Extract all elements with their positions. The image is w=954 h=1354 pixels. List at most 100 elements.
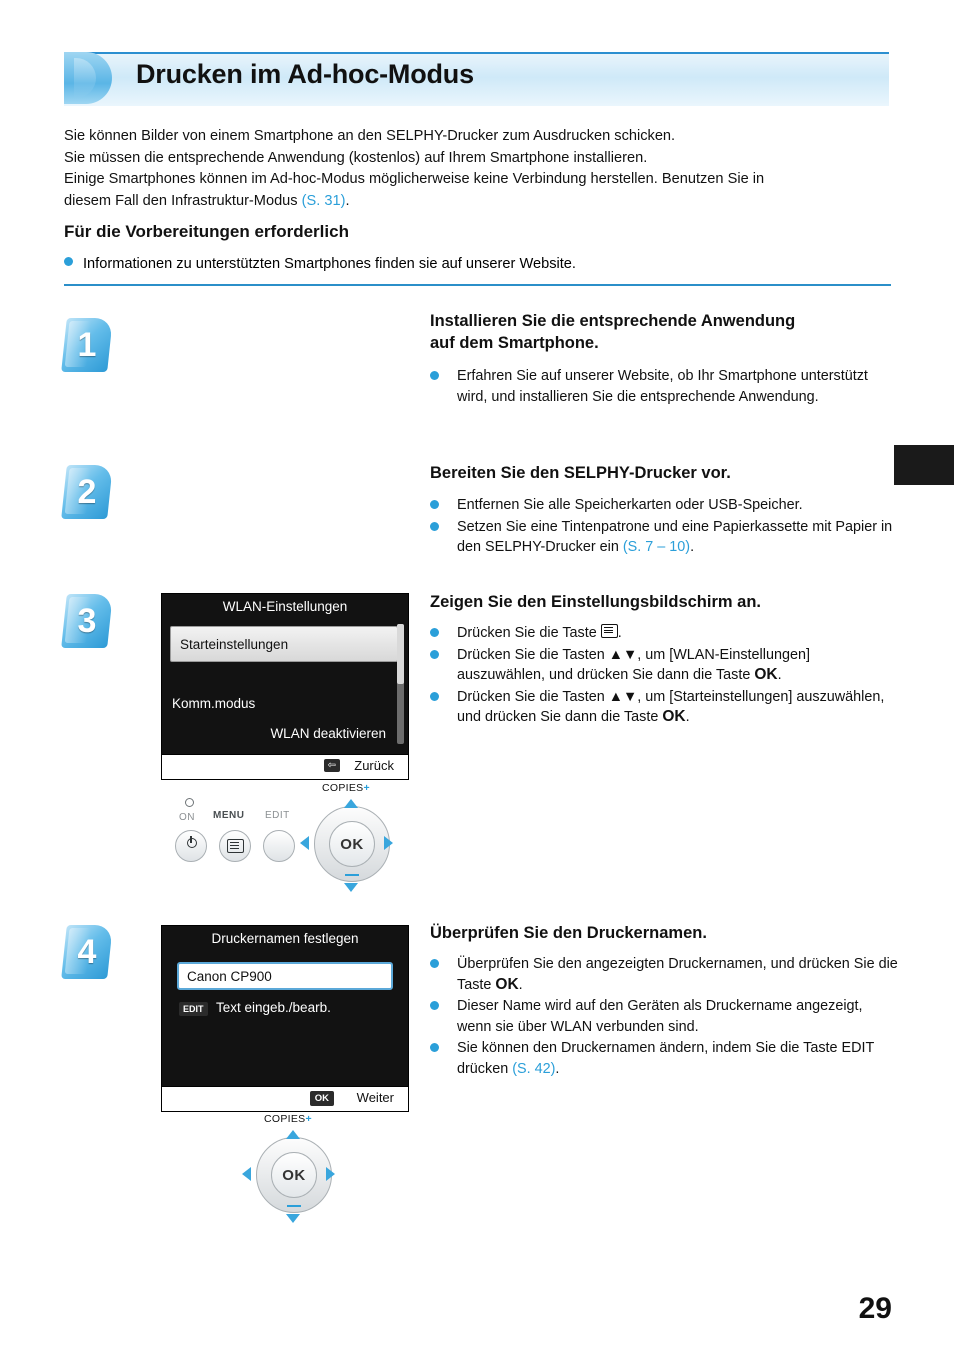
bullet-dot-icon bbox=[430, 500, 439, 509]
step-1-title-line-1: Installieren Sie die entsprechende Anwen… bbox=[430, 312, 796, 330]
dpad-up-icon[interactable] bbox=[344, 799, 358, 808]
step-4-item-2: Dieser Name wird auf den Geräten als Dru… bbox=[430, 996, 900, 1037]
dpad-right-icon[interactable] bbox=[384, 836, 393, 850]
step-3-item-3: Drücken Sie die Tasten ▲▼, um [Starteins… bbox=[430, 687, 900, 728]
menu-button[interactable] bbox=[219, 830, 251, 862]
step-number-1: 1 bbox=[61, 318, 120, 374]
intro-line-1: Sie können Bilder von einem Smartphone a… bbox=[64, 128, 676, 144]
step-number-4-digit: 4 bbox=[77, 932, 97, 971]
step-1-title: Installieren Sie die entsprechende Anwen… bbox=[430, 310, 892, 354]
lcd-title-wlan: WLAN-Einstellungen bbox=[222, 599, 348, 614]
edge-tab-marker bbox=[894, 445, 954, 485]
intro-line-4-post: . bbox=[345, 192, 350, 209]
ok-label-step3-b: OK bbox=[662, 708, 686, 725]
menu-icon bbox=[600, 624, 618, 638]
step-1-title-line-2: auf dem Smartphone. bbox=[430, 334, 599, 352]
bullet-dot-icon bbox=[64, 257, 73, 266]
page-number: 29 bbox=[858, 1292, 892, 1325]
intro-line-4: diesem Fall den Infrastruktur-Modus (S. … bbox=[64, 191, 894, 213]
lcd-title-printer-name: Druckernamen festlegen bbox=[211, 931, 359, 946]
button-cluster-1: ON MENU EDIT COPIES+ OK bbox=[161, 782, 407, 896]
dpad-up-icon[interactable] bbox=[286, 1130, 300, 1139]
lcd-value-komm-modus: WLAN deaktivieren bbox=[270, 726, 386, 741]
step-1-item-1-text: Erfahren Sie auf unserer Website, ob Ihr… bbox=[457, 368, 868, 405]
step-number-4: 4 bbox=[61, 925, 120, 981]
page-reference-link-42[interactable]: (S. 42) bbox=[512, 1061, 555, 1077]
step-3-item-1-period: . bbox=[617, 625, 622, 641]
bullet-dot-icon bbox=[430, 959, 439, 968]
ok-button-1[interactable]: OK bbox=[329, 821, 375, 867]
copies-label-1: COPIES+ bbox=[322, 782, 370, 794]
lcd-menu-item-starteinstellungen[interactable]: Starteinstellungen bbox=[170, 626, 398, 662]
lcd-screen-wlan-settings: WLAN-Einstellungen Starteinstellungen Ko… bbox=[161, 593, 409, 780]
step-number-2-digit: 2 bbox=[77, 472, 97, 511]
step-3-item-1: Drücken Sie die Taste . bbox=[430, 623, 900, 644]
step-3-item-3-period: . bbox=[685, 709, 690, 725]
step-number-2: 2 bbox=[61, 465, 120, 521]
bullet-dot-icon bbox=[430, 628, 439, 637]
dpad-down-icon[interactable] bbox=[344, 883, 358, 892]
lcd-footer-label-zurueck: Zurück bbox=[354, 758, 394, 773]
step-3-item-1-text: Drücken Sie die Taste bbox=[457, 625, 597, 641]
bullet-dot-icon bbox=[430, 1043, 439, 1052]
step-3-title-line-1: Zeigen Sie den Einstellungsbildschirm an… bbox=[430, 593, 761, 611]
step-4-item-1-text: Überprüfen Sie den angezeigten Druckerna… bbox=[457, 956, 898, 993]
step-4-item-1: Überprüfen Sie den angezeigten Druckerna… bbox=[430, 954, 900, 995]
copies-label-2: COPIES+ bbox=[264, 1113, 312, 1125]
step-3-title: Zeigen Sie den Einstellungsbildschirm an… bbox=[430, 591, 892, 613]
step-1-list: Erfahren Sie auf unserer Website, ob Ihr… bbox=[430, 366, 900, 408]
ok-label-step4: OK bbox=[495, 975, 519, 993]
step-number-1-digit: 1 bbox=[77, 325, 97, 364]
page-reference-link-7-10[interactable]: (S. 7 – 10) bbox=[623, 539, 690, 555]
dpad-left-icon[interactable] bbox=[300, 836, 309, 850]
copies-text-2: COPIES bbox=[264, 1113, 306, 1125]
step-2-item-2: Setzen Sie eine Tintenpatrone und eine P… bbox=[430, 517, 900, 558]
lcd-scrollbar[interactable] bbox=[397, 624, 404, 744]
page-header: Drucken im Ad-hoc-Modus bbox=[64, 52, 889, 106]
step-2-list: Entfernen Sie alle Speicherkarten oder U… bbox=[430, 495, 900, 559]
step-4-item-1-period: . bbox=[518, 976, 523, 993]
step-4-list: Überprüfen Sie den angezeigten Druckerna… bbox=[430, 954, 900, 1080]
page-reference-link-31[interactable]: (S. 31) bbox=[302, 193, 346, 209]
bullet-dot-icon bbox=[430, 371, 439, 380]
on-label: ON bbox=[179, 812, 195, 823]
edit-button[interactable] bbox=[263, 830, 295, 862]
step-2-title-line-1: Bereiten Sie den SELPHY-Drucker vor. bbox=[430, 464, 731, 482]
dpad-left-icon[interactable] bbox=[242, 1167, 251, 1181]
intro-line-2: Sie müssen die entsprechende Anwendung (… bbox=[64, 149, 648, 166]
edit-label: EDIT bbox=[265, 810, 290, 821]
intro-line-3: Einige Smartphones können im Ad-hoc-Modu… bbox=[64, 171, 765, 187]
minus-icon bbox=[345, 874, 359, 876]
step-4-item-2-text: Dieser Name wird auf den Geräten als Dru… bbox=[457, 998, 863, 1035]
lcd-scrollbar-thumb[interactable] bbox=[397, 624, 404, 684]
ok-label-step3-a: OK bbox=[754, 666, 778, 683]
step-3-list: Drücken Sie die Taste . Drücken Sie die … bbox=[430, 623, 900, 729]
section-divider bbox=[64, 284, 891, 286]
menu-icon bbox=[227, 839, 244, 853]
copies-text-1: COPIES bbox=[322, 782, 364, 794]
lcd-footer-bar: ⇦ Zurück bbox=[162, 754, 408, 779]
power-led-icon bbox=[185, 798, 194, 807]
dpad-right-icon[interactable] bbox=[326, 1167, 335, 1181]
lcd-footer-label-weiter: Weiter bbox=[356, 1090, 394, 1105]
minus-icon bbox=[287, 1205, 301, 1207]
prep-heading: Für die Vorbereitungen erforderlich bbox=[64, 222, 349, 241]
bullet-dot-icon bbox=[430, 521, 439, 531]
dpad-down-icon[interactable] bbox=[286, 1214, 300, 1223]
printer-name-field[interactable]: Canon CP900 bbox=[177, 962, 393, 990]
step-number-3-digit: 3 bbox=[77, 601, 97, 640]
plus-icon: + bbox=[363, 782, 370, 794]
step-4-title-line-1: Überprüfen Sie den Druckernamen. bbox=[430, 924, 707, 942]
prep-bullet: Informationen zu unterstützten Smartphon… bbox=[64, 254, 894, 274]
ok-button-2[interactable]: OK bbox=[271, 1152, 317, 1198]
step-2-item-2-period: . bbox=[690, 539, 695, 555]
step-3-item-2-period: . bbox=[777, 667, 782, 683]
power-button[interactable] bbox=[175, 830, 207, 862]
lcd-footer-bar-2: OK Weiter bbox=[162, 1086, 408, 1111]
step-4-item-3: Sie können den Druckernamen ändern, inde… bbox=[430, 1038, 900, 1079]
edit-badge-icon: EDIT bbox=[179, 1002, 208, 1016]
intro-line-4-pre: diesem Fall den Infrastruktur-Modus bbox=[64, 192, 302, 209]
menu-label: MENU bbox=[213, 810, 245, 821]
step-2-item-1: Entfernen Sie alle Speicherkarten oder U… bbox=[430, 495, 900, 516]
bullet-dot-icon bbox=[430, 649, 439, 659]
